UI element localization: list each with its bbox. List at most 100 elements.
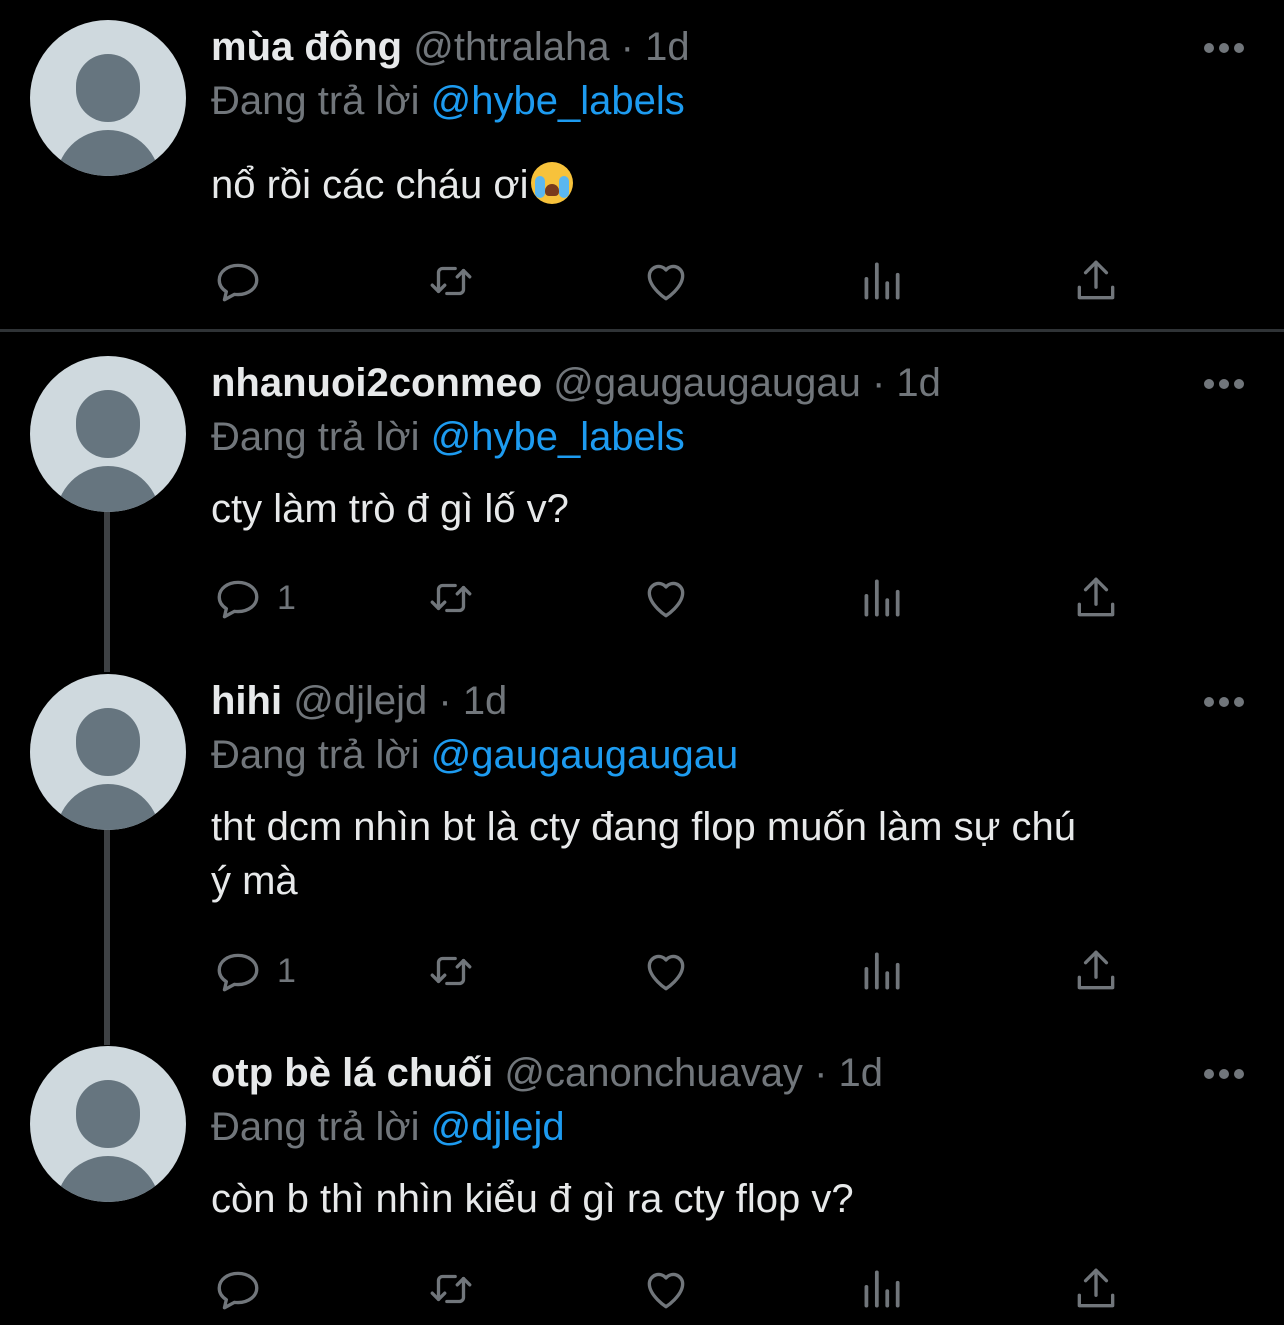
replying-to: Đang trả lời @hybe_labels bbox=[211, 410, 685, 464]
display-name[interactable]: otp bè lá chuối bbox=[211, 1051, 493, 1095]
avatar-body bbox=[56, 784, 160, 830]
display-name[interactable]: mùa đông bbox=[211, 25, 402, 69]
replying-to-handle[interactable]: @djlejd bbox=[431, 1105, 565, 1149]
share-button[interactable] bbox=[1071, 573, 1121, 623]
tweet-content: mùa đông @thtralaha · 1d Đang trả lời @h… bbox=[211, 20, 1244, 320]
views-button[interactable] bbox=[856, 256, 906, 306]
tweet-text: còn b thì nhìn kiểu đ gì ra cty flop v? bbox=[211, 1177, 854, 1221]
reply-count: 1 bbox=[277, 578, 296, 617]
avatar[interactable] bbox=[30, 356, 186, 512]
tweet-actions: 1 bbox=[211, 946, 1211, 996]
retweet-button[interactable] bbox=[426, 256, 476, 306]
more-icon[interactable] bbox=[1204, 378, 1244, 390]
tweet-actions bbox=[211, 1264, 1211, 1314]
avatar-head bbox=[76, 1080, 140, 1148]
timestamp[interactable]: 1d bbox=[839, 1051, 884, 1095]
replying-to-label: Đang trả lời bbox=[211, 79, 420, 123]
reply-button[interactable] bbox=[213, 1264, 277, 1314]
analytics-icon bbox=[864, 579, 900, 617]
tweet-content: otp bè lá chuối @canonchuavay · 1d Đang … bbox=[211, 1046, 1244, 1325]
reply-count: 1 bbox=[277, 951, 296, 990]
replying-to: Đang trả lời @djlejd bbox=[211, 1100, 565, 1154]
replying-to: Đang trả lời @hybe_labels bbox=[211, 74, 685, 128]
views-button[interactable] bbox=[856, 573, 906, 623]
user-handle[interactable]: @gaugaugaugau bbox=[553, 361, 861, 405]
analytics-icon bbox=[864, 952, 900, 990]
share-icon bbox=[1077, 577, 1115, 617]
share-button[interactable] bbox=[1071, 256, 1121, 306]
replying-to-handle[interactable]: @hybe_labels bbox=[431, 415, 685, 459]
separator-dot: · bbox=[438, 679, 452, 723]
user-handle[interactable]: @canonchuavay bbox=[504, 1051, 803, 1095]
tweet-actions bbox=[211, 256, 1211, 306]
avatar-body bbox=[56, 1156, 160, 1202]
views-button[interactable] bbox=[856, 1264, 906, 1314]
user-handle[interactable]: @thtralaha bbox=[413, 25, 609, 69]
avatar[interactable] bbox=[30, 20, 186, 176]
share-icon bbox=[1077, 260, 1115, 300]
reply-icon bbox=[217, 953, 259, 992]
replying-to: Đang trả lời @gaugaugaugau bbox=[211, 728, 738, 782]
like-button[interactable] bbox=[641, 946, 691, 996]
tweet-3[interactable]: hihi @djlejd · 1d Đang trả lời @gaugauga… bbox=[0, 674, 1284, 1034]
timestamp[interactable]: 1d bbox=[463, 679, 508, 723]
replying-to-label: Đang trả lời bbox=[211, 415, 420, 459]
analytics-icon bbox=[864, 1270, 900, 1308]
reply-icon bbox=[217, 1271, 259, 1310]
heart-icon bbox=[647, 954, 685, 991]
separator-dot: · bbox=[620, 25, 634, 69]
avatar-head bbox=[76, 54, 140, 122]
reply-feed: mùa đông @thtralaha · 1d Đang trả lời @h… bbox=[0, 0, 1284, 1325]
tweet-4[interactable]: otp bè lá chuối @canonchuavay · 1d Đang … bbox=[0, 1046, 1284, 1325]
display-name[interactable]: nhanuoi2conmeo bbox=[211, 361, 542, 405]
avatar[interactable] bbox=[30, 1046, 186, 1202]
retweet-button[interactable] bbox=[426, 573, 476, 623]
separator-dot: · bbox=[814, 1051, 828, 1095]
share-icon bbox=[1077, 950, 1115, 990]
tweet-header: otp bè lá chuối @canonchuavay · 1d bbox=[211, 1046, 883, 1100]
separator-dot: · bbox=[871, 361, 886, 405]
display-name[interactable]: hihi bbox=[211, 679, 282, 723]
avatar[interactable] bbox=[30, 674, 186, 830]
tweet-header: nhanuoi2conmeo @gaugaugaugau · 1d bbox=[211, 356, 941, 410]
timestamp[interactable]: 1d bbox=[645, 25, 690, 69]
like-button[interactable] bbox=[641, 256, 691, 306]
timestamp[interactable]: 1d bbox=[896, 361, 941, 405]
replying-to-handle[interactable]: @hybe_labels bbox=[431, 79, 685, 123]
replying-to-label: Đang trả lời bbox=[211, 1105, 420, 1149]
replying-to-handle[interactable]: @gaugaugaugau bbox=[431, 733, 739, 777]
avatar-head bbox=[76, 708, 140, 776]
tweet-text: nổ rồi các cháu ơi bbox=[211, 158, 1244, 212]
more-icon[interactable] bbox=[1204, 1068, 1244, 1080]
reply-button[interactable] bbox=[213, 256, 277, 306]
heart-icon bbox=[647, 581, 685, 618]
avatar-body bbox=[56, 466, 160, 512]
replying-to-label: Đang trả lời bbox=[211, 733, 420, 777]
share-button[interactable] bbox=[1071, 1264, 1121, 1314]
retweet-button[interactable] bbox=[426, 946, 476, 996]
tweet-2[interactable]: nhanuoi2conmeo @gaugaugaugau · 1d Đang t… bbox=[0, 356, 1284, 666]
reply-icon bbox=[217, 263, 259, 302]
reply-button[interactable]: 1 bbox=[213, 946, 296, 996]
tweet-divider bbox=[0, 329, 1284, 332]
reply-button[interactable]: 1 bbox=[213, 573, 296, 623]
tweet-text-body: nổ rồi các cháu ơi bbox=[211, 163, 529, 207]
retweet-icon bbox=[430, 1274, 472, 1304]
more-icon[interactable] bbox=[1204, 696, 1244, 708]
tweet-text: cty làm trò đ gì lố v? bbox=[211, 487, 569, 531]
user-handle[interactable]: @djlejd bbox=[293, 679, 427, 723]
avatar-body bbox=[56, 130, 160, 176]
more-icon[interactable] bbox=[1204, 42, 1244, 54]
retweet-button[interactable] bbox=[426, 1264, 476, 1314]
retweet-icon bbox=[430, 266, 472, 296]
share-button[interactable] bbox=[1071, 946, 1121, 996]
tweet-header: hihi @djlejd · 1d bbox=[211, 674, 507, 728]
like-button[interactable] bbox=[641, 573, 691, 623]
tweet-header: mùa đông @thtralaha · 1d bbox=[211, 20, 690, 74]
share-icon bbox=[1077, 1268, 1115, 1308]
tweet-1[interactable]: mùa đông @thtralaha · 1d Đang trả lời @h… bbox=[0, 0, 1284, 330]
views-button[interactable] bbox=[856, 946, 906, 996]
tweet-content: hihi @djlejd · 1d Đang trả lời @gaugauga… bbox=[211, 674, 1244, 1024]
like-button[interactable] bbox=[641, 1264, 691, 1314]
loudly-crying-face-icon bbox=[530, 162, 573, 204]
